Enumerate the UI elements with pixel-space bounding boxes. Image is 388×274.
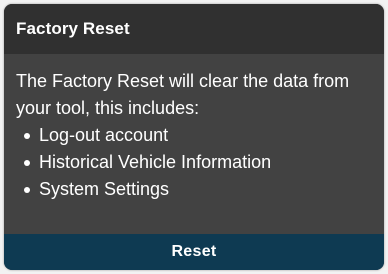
bullet-icon <box>24 159 30 166</box>
list-item-label: System Settings <box>39 179 170 199</box>
dialog-message: The Factory Reset will clear the data fr… <box>16 71 350 118</box>
reset-button[interactable]: Reset <box>4 234 384 270</box>
bullet-icon <box>24 132 30 139</box>
dialog-body: The Factory Reset will clear the data fr… <box>4 54 384 234</box>
reset-button-label: Reset <box>171 243 217 260</box>
list-item: Log-out account <box>16 122 372 149</box>
list-item: System Settings <box>16 176 372 203</box>
bullet-icon <box>24 186 30 193</box>
dialog-title: Factory Reset <box>16 19 130 38</box>
factory-reset-dialog: Factory Reset The Factory Reset will cle… <box>4 4 384 270</box>
list-item-label: Historical Vehicle Information <box>39 152 272 172</box>
list-item-label: Log-out account <box>39 125 169 145</box>
dialog-header: Factory Reset <box>4 4 384 54</box>
reset-items-list: Log-out account Historical Vehicle Infor… <box>16 122 372 203</box>
list-item: Historical Vehicle Information <box>16 149 372 176</box>
